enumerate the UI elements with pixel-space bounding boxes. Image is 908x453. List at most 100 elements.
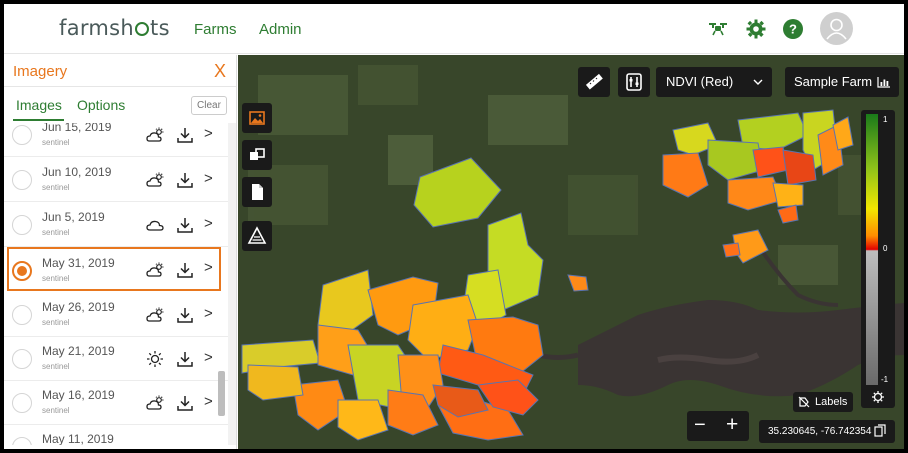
active-tab-indicator <box>13 119 64 121</box>
radio-button[interactable] <box>12 125 32 145</box>
scrollbar-thumb[interactable] <box>218 371 225 416</box>
zones-tool-button[interactable] <box>242 221 272 251</box>
download-icon[interactable] <box>175 170 195 190</box>
report-tool-button[interactable] <box>242 177 272 207</box>
logo-text-end: ts <box>150 16 170 40</box>
user-avatar[interactable] <box>820 12 853 45</box>
list-item[interactable]: Jun 10, 2019 sentinel > <box>4 158 228 202</box>
help-icon[interactable]: ? <box>782 18 804 40</box>
list-item[interactable]: Jun 5, 2019 sentinel > <box>4 203 228 247</box>
logo-text: farmsh <box>59 16 135 40</box>
chevron-right-icon[interactable]: > <box>204 170 213 187</box>
layer-select-value: NDVI (Red) <box>666 74 734 89</box>
ndvi-legend: 1 0 -1 <box>861 110 895 408</box>
report-icon <box>252 184 263 200</box>
ruler-icon <box>585 73 603 90</box>
nav-farms[interactable]: Farms <box>194 21 237 38</box>
farmshots-logo[interactable]: farmsh ts <box>59 16 170 40</box>
chevron-right-icon[interactable]: > <box>204 259 213 276</box>
imagery-list[interactable]: Jun 15, 2019 sentinel > Jun 10, 2019 sen… <box>4 123 228 445</box>
image-date: May 16, 2019 <box>42 388 115 402</box>
download-icon[interactable] <box>175 349 195 369</box>
close-icon[interactable]: X <box>214 61 226 82</box>
legend-color-bar <box>866 114 878 385</box>
label-off-icon <box>798 396 810 408</box>
panel-title: Imagery <box>13 63 68 80</box>
tab-images[interactable]: Images <box>16 97 62 113</box>
radio-button[interactable] <box>12 349 32 369</box>
zoom-control: − + <box>687 411 749 441</box>
imagery-icon <box>249 111 265 125</box>
radio-button[interactable] <box>12 215 32 235</box>
download-icon[interactable] <box>175 305 195 325</box>
list-item[interactable]: May 16, 2019 sentinel > <box>4 381 228 425</box>
bar-chart-icon <box>877 77 890 88</box>
farm-name: Sample Farm <box>794 74 873 89</box>
chevron-right-icon[interactable]: > <box>204 125 213 142</box>
image-source: sentinel <box>42 138 70 147</box>
partly-cloudy-icon <box>145 260 165 280</box>
drone-icon[interactable] <box>707 18 729 40</box>
zoom-out-button[interactable]: − <box>694 414 706 437</box>
list-item[interactable]: Jun 15, 2019 sentinel > <box>4 123 228 157</box>
app-window: farmsh ts Farms Admin ? Imagery X Images… <box>4 4 904 449</box>
legend-mid: 0 <box>883 244 888 253</box>
svg-text:?: ? <box>789 22 797 37</box>
image-date: May 21, 2019 <box>42 344 115 358</box>
imagery-panel: Imagery X Images Options Clear Jun 15, 2… <box>4 55 237 449</box>
image-date: May 31, 2019 <box>42 256 115 270</box>
coordinates-text: 35.230645, -76.742354 <box>768 426 872 437</box>
settings-gear-icon[interactable] <box>745 18 767 40</box>
chevron-right-icon[interactable]: > <box>204 349 213 366</box>
radio-button[interactable] <box>12 305 32 325</box>
nav-admin[interactable]: Admin <box>259 21 302 38</box>
satellite-map[interactable] <box>238 55 904 449</box>
radio-button[interactable] <box>12 393 32 413</box>
download-icon[interactable] <box>175 260 195 280</box>
farm-report-button[interactable]: Sample Farm <box>785 67 899 97</box>
image-source: sentinel <box>42 362 70 371</box>
list-item[interactable]: May 11, 2019 sentinel <box>4 425 228 445</box>
chevron-right-icon[interactable]: > <box>204 215 213 232</box>
compare-tool-button[interactable] <box>242 140 272 170</box>
layer-select[interactable]: NDVI (Red) <box>656 67 772 97</box>
list-item[interactable]: May 26, 2019 sentinel > <box>4 293 228 337</box>
legend-settings-icon[interactable] <box>871 390 885 404</box>
map-view[interactable]: NDVI (Red) Sample Farm 1 0 -1 Labels − +… <box>238 55 904 449</box>
compare-icon <box>250 148 265 160</box>
download-icon[interactable] <box>175 125 195 145</box>
legend-max: 1 <box>883 115 888 124</box>
labels-text: Labels <box>815 396 848 408</box>
image-date: Jun 5, 2019 <box>42 210 105 224</box>
imagery-tool-button[interactable] <box>242 103 272 133</box>
chevron-right-icon[interactable]: > <box>204 305 213 322</box>
partly-cloudy-icon <box>145 170 165 190</box>
labels-toggle-button[interactable]: Labels <box>793 392 853 412</box>
image-source: sentinel <box>42 318 70 327</box>
copy-icon[interactable] <box>874 424 886 438</box>
adjust-icon <box>626 73 642 91</box>
cloud-icon <box>145 215 165 235</box>
list-item[interactable]: May 21, 2019 sentinel > <box>4 337 228 381</box>
download-icon[interactable] <box>175 215 195 235</box>
chevron-right-icon[interactable]: > <box>204 393 213 410</box>
tab-options[interactable]: Options <box>77 97 125 113</box>
coordinates-display: 35.230645, -76.742354 <box>759 420 895 443</box>
radio-button[interactable] <box>12 170 32 190</box>
image-date: Jun 15, 2019 <box>42 123 112 134</box>
logo-o-icon <box>135 22 150 36</box>
radio-button-selected[interactable] <box>12 261 32 281</box>
adjust-tool-button[interactable] <box>618 67 650 97</box>
radio-button[interactable] <box>12 437 32 445</box>
zones-icon <box>247 226 267 244</box>
image-date: Jun 10, 2019 <box>42 165 112 179</box>
partly-cloudy-icon <box>145 305 165 325</box>
download-icon[interactable] <box>175 393 195 413</box>
list-scrollbar[interactable] <box>228 123 236 445</box>
legend-min: -1 <box>881 375 889 384</box>
ruler-tool-button[interactable] <box>578 67 610 97</box>
clear-button[interactable]: Clear <box>191 96 227 115</box>
list-item-selected[interactable]: May 31, 2019 sentinel > <box>7 247 221 291</box>
zoom-in-button[interactable]: + <box>726 413 738 437</box>
image-source: sentinel <box>42 183 70 192</box>
